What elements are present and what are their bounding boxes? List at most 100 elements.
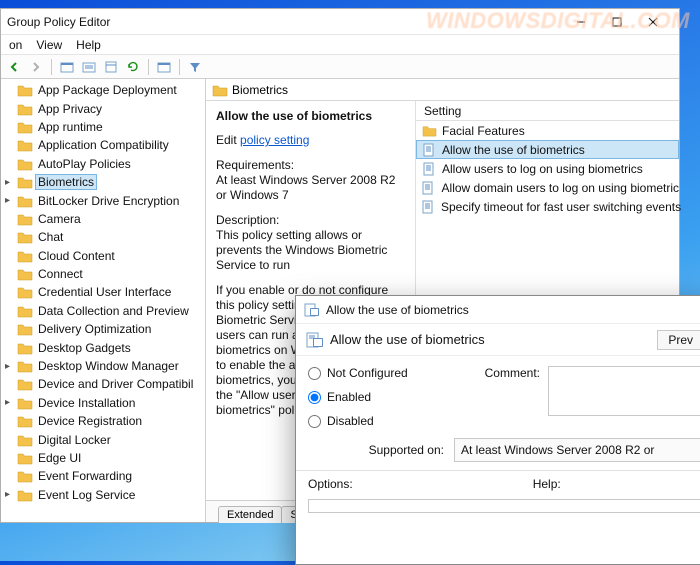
edit-policy-link[interactable]: policy setting — [240, 133, 309, 147]
tree-item[interactable]: ▸Device and Driver Compatibil — [1, 375, 205, 393]
tree-item-label: Edge UI — [36, 451, 83, 465]
tree-item-label: Device Installation — [36, 396, 137, 410]
list-header[interactable]: Setting — [416, 101, 679, 121]
supported-value: At least Windows Server 2008 R2 or — [454, 438, 700, 462]
toolbar — [1, 55, 679, 79]
policy-dialog: Allow the use of biometrics Allow the us… — [295, 295, 700, 565]
policy-icon — [422, 161, 437, 176]
tree-item-label: Digital Locker — [36, 433, 113, 447]
help-title: Allow the use of biometrics — [216, 109, 405, 123]
tree-item[interactable]: ▸ Event Log Service — [1, 486, 205, 504]
dialog-heading: Allow the use of biometrics — [330, 332, 485, 347]
list-item-label: Specify timeout for fast user switching … — [441, 200, 681, 214]
chevron-right-icon: ▸ — [5, 361, 17, 372]
toolbar-icon[interactable] — [155, 58, 173, 76]
radio-disabled[interactable]: Disabled — [308, 414, 436, 428]
tree-item-label: Desktop Gadgets — [36, 341, 133, 355]
toolbar-icon[interactable] — [102, 58, 120, 76]
tree-item-label: Connect — [36, 267, 85, 281]
tree-item-label: Biometrics — [36, 175, 96, 189]
help-label: Help: — [533, 477, 561, 491]
tree-item[interactable]: ▸ BitLocker Drive Encryption — [1, 191, 205, 209]
tree-item-label: App Privacy — [36, 102, 104, 116]
tree-item[interactable]: ▸ Biometrics — [1, 173, 205, 191]
chevron-right-icon: ▸ — [5, 489, 17, 500]
menu-item[interactable]: Help — [76, 38, 101, 52]
tree-item[interactable]: ▸App runtime — [1, 118, 205, 136]
filter-icon[interactable] — [186, 58, 204, 76]
state-radios: Not Configured Enabled Disabled — [308, 366, 436, 428]
tree-item-label: Event Log Service — [36, 488, 137, 502]
list-item-label: Allow users to log on using biometrics — [442, 162, 643, 176]
tree-item[interactable]: ▸Edge UI — [1, 449, 205, 467]
tree-item-label: AutoPlay Policies — [36, 157, 133, 171]
options-box[interactable] — [308, 499, 700, 513]
tree-item[interactable]: ▸Data Collection and Preview — [1, 302, 205, 320]
radio-not-configured[interactable]: Not Configured — [308, 366, 436, 380]
toolbar-icon[interactable] — [80, 58, 98, 76]
comment-label: Comment: — [450, 366, 540, 416]
tree-item-label: Event Forwarding — [36, 469, 134, 483]
tree-item[interactable]: ▸Digital Locker — [1, 430, 205, 448]
list-item[interactable]: Specify timeout for fast user switching … — [416, 197, 679, 216]
back-icon[interactable] — [5, 58, 23, 76]
tree-item-label: Device and Driver Compatibil — [36, 377, 195, 391]
menubar: on View Help — [1, 35, 679, 55]
tree-item[interactable]: ▸Delivery Optimization — [1, 320, 205, 338]
tree-item-label: BitLocker Drive Encryption — [36, 194, 181, 208]
list-item-label: Allow domain users to log on using biome… — [442, 181, 679, 195]
tree-item[interactable]: ▸Camera — [1, 210, 205, 228]
tree-item[interactable]: ▸Desktop Gadgets — [1, 338, 205, 356]
tree-item[interactable]: ▸Chat — [1, 228, 205, 246]
tree-item[interactable]: ▸AutoPlay Policies — [1, 155, 205, 173]
prev-button[interactable]: Prev — [657, 330, 700, 350]
tree-item-label: Desktop Window Manager — [36, 359, 181, 373]
tree-item[interactable]: ▸ Desktop Window Manager — [1, 357, 205, 375]
tree-item-label: Device Registration — [36, 414, 144, 428]
tree-item[interactable]: ▸Application Compatibility — [1, 136, 205, 154]
policy-icon — [304, 303, 320, 317]
folder-icon — [422, 123, 437, 138]
tree-item[interactable]: ▸Device Installation — [1, 394, 205, 412]
list-item[interactable]: Allow users to log on using biometrics — [416, 159, 679, 178]
radio-enabled[interactable]: Enabled — [308, 390, 436, 404]
menu-item[interactable]: on — [9, 38, 22, 52]
tree-item-label: Cloud Content — [36, 249, 117, 263]
list-item-label: Facial Features — [442, 124, 525, 138]
tree-item[interactable]: ▸Device Registration — [1, 412, 205, 430]
policy-icon — [422, 142, 437, 157]
tree-item-label: App Package Deployment — [36, 83, 179, 97]
watermark: WINDOWSDIGITAL.COM — [426, 8, 690, 34]
menu-item[interactable]: View — [36, 38, 62, 52]
tree-item-label: Camera — [36, 212, 83, 226]
tab-extended[interactable]: Extended — [218, 506, 282, 523]
pane-header: Biometrics — [206, 79, 679, 101]
comment-input[interactable] — [548, 366, 700, 416]
options-label: Options: — [308, 477, 353, 491]
chevron-right-icon: ▸ — [5, 177, 17, 188]
chevron-right-icon: ▸ — [5, 195, 17, 206]
dialog-header: Allow the use of biometrics Prev — [296, 324, 700, 356]
dialog-titlebar: Allow the use of biometrics — [296, 296, 700, 324]
list-item[interactable]: Facial Features — [416, 121, 679, 140]
tree-item[interactable]: ▸App Privacy — [1, 99, 205, 117]
forward-icon[interactable] — [27, 58, 45, 76]
list-item[interactable]: Allow the use of biometrics — [416, 140, 679, 159]
tree-item[interactable]: ▸Credential User Interface — [1, 283, 205, 301]
supported-label: Supported on: — [308, 443, 444, 457]
nav-tree[interactable]: ▸App Package Deployment▸App Privacy▸App … — [1, 79, 206, 522]
tree-item[interactable]: ▸App Package Deployment — [1, 81, 205, 99]
tree-item[interactable]: ▸Cloud Content — [1, 247, 205, 265]
list-item[interactable]: Allow domain users to log on using biome… — [416, 178, 679, 197]
tree-item[interactable]: ▸Connect — [1, 265, 205, 283]
tree-item[interactable]: ▸Event Forwarding — [1, 467, 205, 485]
policy-icon — [422, 180, 437, 195]
toolbar-icon[interactable] — [58, 58, 76, 76]
policy-icon — [422, 199, 436, 214]
tree-item-label: Credential User Interface — [36, 285, 173, 299]
tree-item-label: App runtime — [36, 120, 105, 134]
policy-icon — [306, 332, 324, 348]
list-item-label: Allow the use of biometrics — [442, 143, 585, 157]
refresh-icon[interactable] — [124, 58, 142, 76]
dialog-title: Allow the use of biometrics — [326, 303, 469, 317]
